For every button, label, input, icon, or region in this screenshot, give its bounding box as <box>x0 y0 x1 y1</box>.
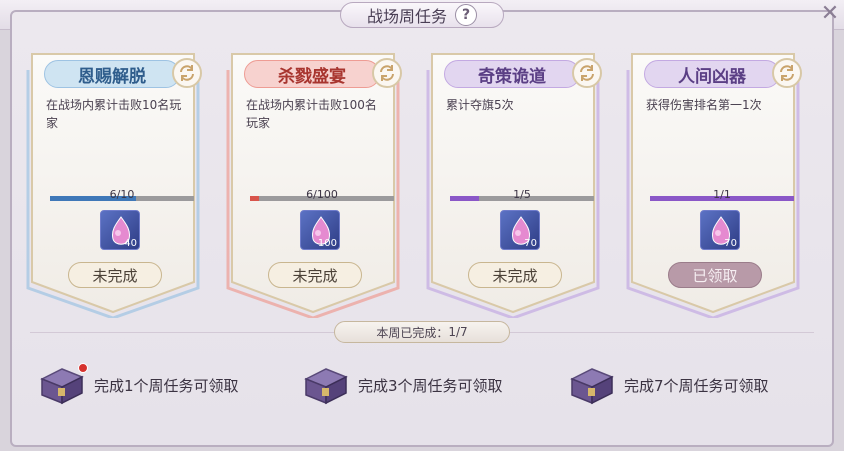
status-button[interactable]: 未完成 <box>468 262 562 288</box>
status-button[interactable]: 未完成 <box>268 262 362 288</box>
task-title: 杀戮盛宴 <box>244 60 380 88</box>
help-button[interactable]: ? <box>455 4 477 26</box>
reward-item[interactable]: 70 <box>500 210 540 250</box>
refresh-icon <box>180 65 194 81</box>
status-button[interactable]: 未完成 <box>68 262 162 288</box>
task-description: 累计夺旗5次 <box>446 98 514 112</box>
task-description: 获得伤害排名第一1次 <box>646 98 762 112</box>
chest-icon[interactable] <box>566 363 618 407</box>
reward-item[interactable]: 40 <box>100 210 140 250</box>
reward-item[interactable]: 100 <box>300 210 340 250</box>
task-description: 在战场内累计击败10名玩家 <box>46 98 182 130</box>
treasure-chest-icon <box>570 368 614 405</box>
alert-dot <box>78 363 88 373</box>
progress-text: 1/1 <box>713 188 731 201</box>
summary-label: 本周已完成 <box>376 325 437 340</box>
progress-text: 6/100 <box>306 188 338 201</box>
window-title: 战场周任务 <box>366 7 447 26</box>
refresh-icon <box>780 65 794 81</box>
reward-quantity: 70 <box>724 238 737 249</box>
task-title: 奇策诡道 <box>444 60 580 88</box>
reward-quantity: 70 <box>524 238 537 249</box>
chest-icon[interactable] <box>300 363 352 407</box>
title-plate: 战场周任务 ? <box>340 2 504 28</box>
task-title: 恩赐解脱 <box>44 60 180 88</box>
progress-text: 1/5 <box>513 188 531 201</box>
refresh-icon <box>380 65 394 81</box>
task-card: 人间凶器 获得伤害排名第一1次 1/1 70 已领取 <box>626 50 802 318</box>
task-cards: 恩赐解脱 在战场内累计击败10名玩家 6/10 40 未完成 杀戮盛宴 在战场内… <box>26 50 826 318</box>
refresh-button[interactable] <box>772 58 802 88</box>
task-card: 恩赐解脱 在战场内累计击败10名玩家 6/10 40 未完成 <box>26 50 202 318</box>
chest-reward[interactable]: 完成3个周任务可领取 <box>300 360 503 410</box>
chest-reward[interactable]: 完成1个周任务可领取 <box>36 360 239 410</box>
refresh-button[interactable] <box>572 58 602 88</box>
chest-reward[interactable]: 完成7个周任务可领取 <box>566 360 769 410</box>
summary-value: 1/7 <box>448 325 468 339</box>
refresh-button[interactable] <box>172 58 202 88</box>
task-description: 在战场内累计击败100名玩家 <box>246 98 377 130</box>
task-title: 人间凶器 <box>644 60 780 88</box>
task-card: 奇策诡道 累计夺旗5次 1/5 70 未完成 <box>426 50 602 318</box>
task-card: 杀戮盛宴 在战场内累计击败100名玩家 6/100 100 未完成 <box>226 50 402 318</box>
reward-item[interactable]: 70 <box>700 210 740 250</box>
summary-separator: ： <box>436 325 449 340</box>
treasure-chest-icon <box>304 368 348 405</box>
chest-label: 完成3个周任务可领取 <box>358 376 503 395</box>
progress-text: 6/10 <box>109 188 135 201</box>
chest-icon[interactable] <box>36 363 88 407</box>
refresh-button[interactable] <box>372 58 402 88</box>
reward-quantity: 40 <box>124 238 137 249</box>
chest-label: 完成7个周任务可领取 <box>624 376 769 395</box>
chest-label: 完成1个周任务可领取 <box>94 376 239 395</box>
refresh-icon <box>580 65 594 81</box>
weekly-summary: 本周已完成 ： 1/7 <box>334 321 510 343</box>
close-button[interactable]: ✕ <box>818 2 842 26</box>
reward-quantity: 100 <box>317 238 337 249</box>
status-button[interactable]: 已领取 <box>668 262 762 288</box>
